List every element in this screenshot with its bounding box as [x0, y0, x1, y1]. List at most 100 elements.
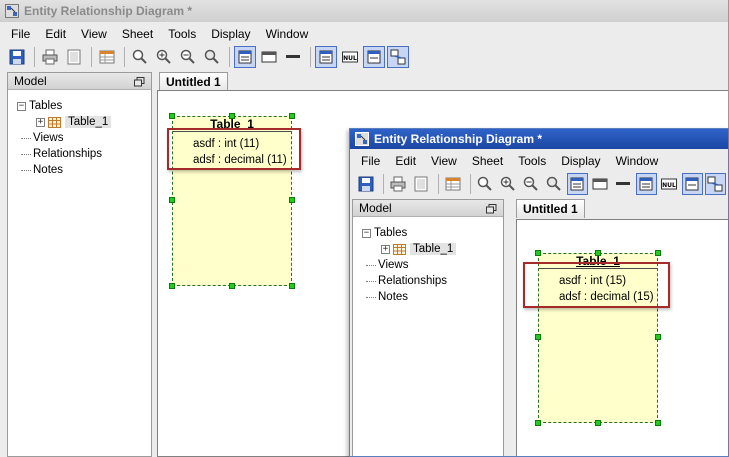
zoom-fit-icon[interactable]	[544, 173, 565, 195]
relations-icon[interactable]	[704, 173, 726, 195]
front-model-panel: Model − Tables + Table_1 Views Relations…	[352, 199, 504, 456]
tree-node-table[interactable]: + Table_1	[8, 114, 151, 130]
menu-window[interactable]: Window	[609, 151, 667, 171]
tree-node-notes[interactable]: Notes	[353, 289, 503, 305]
table-icon[interactable]	[566, 173, 588, 195]
view-icon[interactable]	[590, 173, 611, 195]
grid-icon[interactable]	[443, 173, 464, 195]
print-icon[interactable]	[388, 173, 409, 195]
tree-node-tables[interactable]: − Tables	[8, 98, 151, 114]
resize-handle[interactable]	[655, 334, 661, 340]
resize-handle[interactable]	[169, 113, 175, 119]
collapse-icon[interactable]: −	[362, 228, 371, 238]
back-title-bar[interactable]: Entity Relationship Diagram *	[0, 0, 728, 22]
resize-handle[interactable]	[535, 420, 541, 426]
tree-label-notes: Notes	[378, 291, 409, 303]
tree-connector	[366, 264, 376, 266]
menu-sheet[interactable]: Sheet	[115, 24, 161, 44]
model-panel-header: Model	[8, 73, 151, 90]
resize-handle[interactable]	[289, 197, 295, 203]
toolbar-separator	[229, 47, 230, 67]
null-icon[interactable]: NUL	[659, 173, 680, 195]
resize-handle[interactable]	[535, 334, 541, 340]
front-diagram-canvas[interactable]: Table_1 asdf : int (15) adsf : decimal (…	[516, 219, 728, 456]
resize-handle[interactable]	[535, 250, 541, 256]
show-columns-icon[interactable]	[635, 173, 657, 195]
app-icon	[354, 131, 370, 147]
resize-handle[interactable]	[229, 283, 235, 289]
table-icon[interactable]	[234, 46, 256, 68]
resize-handle[interactable]	[169, 197, 175, 203]
restore-icon[interactable]	[486, 203, 497, 214]
resize-handle[interactable]	[289, 283, 295, 289]
svg-text:NUL: NUL	[662, 182, 676, 189]
zoom-in-icon[interactable]	[498, 173, 519, 195]
expand-icon[interactable]: +	[381, 244, 390, 254]
menu-file[interactable]: File	[4, 24, 38, 44]
zoom-out-icon[interactable]	[177, 46, 199, 68]
menu-view[interactable]: View	[74, 24, 115, 44]
page-setup-icon[interactable]	[411, 173, 432, 195]
line-icon[interactable]	[613, 173, 634, 195]
show-columns-icon[interactable]	[315, 46, 337, 68]
tree-node-relationships[interactable]: Relationships	[8, 146, 151, 162]
tree-label-relationships: Relationships	[378, 275, 448, 287]
toolbar-separator	[124, 47, 125, 67]
menu-edit[interactable]: Edit	[388, 151, 424, 171]
zoom-icon[interactable]	[475, 173, 496, 195]
menu-tools[interactable]: Tools	[161, 24, 204, 44]
save-icon[interactable]	[356, 173, 377, 195]
tree-label-table: Table_1	[410, 243, 457, 255]
menu-tools[interactable]: Tools	[511, 151, 554, 171]
tree-label-relationships: Relationships	[33, 148, 103, 160]
zoom-icon[interactable]	[129, 46, 151, 68]
resize-handle[interactable]	[595, 250, 601, 256]
null-icon[interactable]: NUL	[339, 46, 361, 68]
table-icon	[393, 243, 406, 255]
detail-icon[interactable]	[363, 46, 385, 68]
resize-handle[interactable]	[289, 113, 295, 119]
front-menu-bar: File Edit View Sheet Tools Display Windo…	[350, 151, 728, 171]
tree-node-relationships[interactable]: Relationships	[353, 273, 503, 289]
page-setup-icon[interactable]	[63, 46, 85, 68]
menu-window[interactable]: Window	[259, 24, 317, 44]
menu-file[interactable]: File	[354, 151, 388, 171]
tree-connector	[366, 280, 376, 282]
menu-view[interactable]: View	[424, 151, 465, 171]
tree-node-notes[interactable]: Notes	[8, 162, 151, 178]
save-icon[interactable]	[6, 46, 28, 68]
view-icon[interactable]	[258, 46, 280, 68]
relations-icon[interactable]	[387, 46, 409, 68]
resize-handle[interactable]	[229, 113, 235, 119]
tree-node-tables[interactable]: − Tables	[353, 225, 503, 241]
tree-node-views[interactable]: Views	[353, 257, 503, 273]
back-menu-bar: File Edit View Sheet Tools Display Windo…	[0, 24, 728, 44]
menu-sheet[interactable]: Sheet	[465, 151, 511, 171]
front-title-bar[interactable]: Entity Relationship Diagram *	[350, 129, 728, 149]
tree-node-views[interactable]: Views	[8, 130, 151, 146]
menu-edit[interactable]: Edit	[38, 24, 74, 44]
restore-icon[interactable]	[134, 76, 145, 87]
collapse-icon[interactable]: −	[17, 101, 26, 111]
zoom-out-icon[interactable]	[521, 173, 542, 195]
resize-handle[interactable]	[655, 250, 661, 256]
print-icon[interactable]	[39, 46, 61, 68]
menu-display[interactable]: Display	[554, 151, 608, 171]
zoom-in-icon[interactable]	[153, 46, 175, 68]
line-icon[interactable]	[282, 46, 304, 68]
menu-display[interactable]: Display	[204, 24, 258, 44]
grid-icon[interactable]	[96, 46, 118, 68]
zoom-fit-icon[interactable]	[201, 46, 223, 68]
tree-node-table[interactable]: + Table_1	[353, 241, 503, 257]
tab-untitled-1[interactable]: Untitled 1	[516, 199, 585, 218]
resize-handle[interactable]	[169, 283, 175, 289]
model-tree: − Tables + Table_1 Views Relationships N…	[353, 217, 503, 305]
resize-handle[interactable]	[595, 420, 601, 426]
expand-icon[interactable]: +	[36, 117, 45, 127]
detail-icon[interactable]	[681, 173, 703, 195]
tree-connector	[366, 296, 376, 298]
svg-text:NUL: NUL	[343, 55, 357, 62]
resize-handle[interactable]	[655, 420, 661, 426]
toolbar-separator	[469, 174, 471, 194]
tab-untitled-1[interactable]: Untitled 1	[159, 72, 228, 91]
